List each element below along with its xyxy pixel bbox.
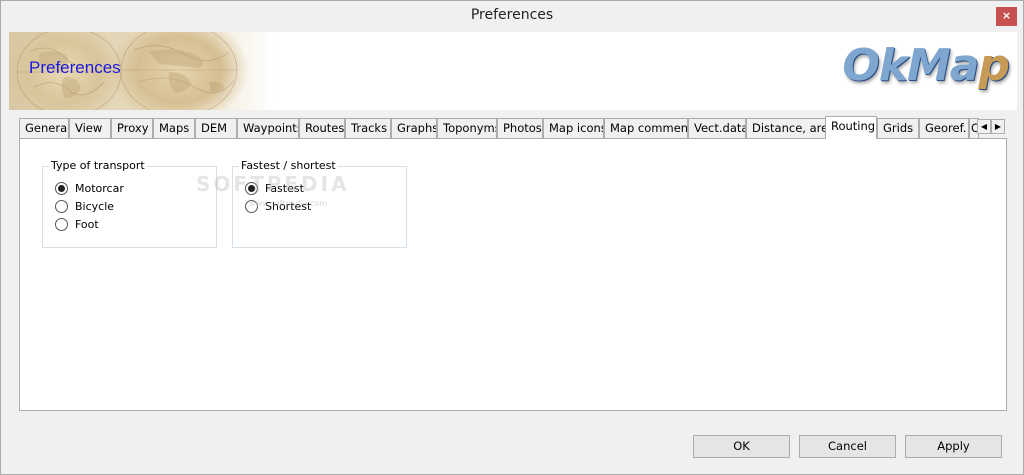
tab-map-comments[interactable]: Map comments: [604, 118, 688, 138]
tab-photos[interactable]: Photos: [497, 118, 543, 138]
world-map-image: Preferences: [9, 32, 274, 110]
tab-view[interactable]: View: [69, 118, 111, 138]
arrow-right-icon: ▶: [994, 122, 1002, 131]
transport-group: Type of transport Motorcar Bicycle Foot: [42, 159, 217, 248]
tab-general[interactable]: General: [19, 118, 69, 138]
banner-title: Preferences: [29, 58, 121, 77]
tab-maps[interactable]: Maps: [153, 118, 195, 138]
tab-proxy[interactable]: Proxy: [111, 118, 153, 138]
cancel-button[interactable]: Cancel: [799, 435, 896, 458]
close-icon: ×: [1001, 9, 1012, 22]
radio-label: Foot: [75, 217, 99, 231]
tab-toponyms[interactable]: Toponyms: [437, 118, 497, 138]
banner: Preferences OkMap: [9, 32, 1017, 110]
preferences-window: Preferences × Preferences OkMap General …: [0, 0, 1024, 475]
tab-vect-data[interactable]: Vect.data: [688, 118, 746, 138]
routing-panel: Type of transport Motorcar Bicycle Foot …: [19, 138, 1007, 411]
tab-bar: General View Proxy Maps DEM Waypoints Ro…: [19, 116, 1007, 139]
tab-graphs[interactable]: Graphs: [391, 118, 437, 138]
tab-waypoints[interactable]: Waypoints: [237, 118, 299, 138]
radio-bicycle[interactable]: Bicycle: [55, 198, 114, 214]
tab-grids[interactable]: Grids: [877, 118, 919, 138]
tab-tracks[interactable]: Tracks: [345, 118, 391, 138]
radio-button-icon[interactable]: [55, 199, 68, 213]
tab-map-icons[interactable]: Map icons: [543, 118, 604, 138]
tab-scroll-left-button[interactable]: ◀: [977, 119, 991, 134]
radio-motorcar[interactable]: Motorcar: [55, 180, 124, 196]
okmap-logo: OkMap: [842, 40, 1010, 91]
tab-georef[interactable]: Georef.: [919, 118, 969, 138]
ok-button[interactable]: OK: [693, 435, 790, 458]
transport-group-legend: Type of transport: [49, 159, 147, 172]
fastest-group-legend: Fastest / shortest: [239, 159, 338, 172]
radio-button-icon[interactable]: [55, 181, 68, 195]
tab-dem[interactable]: DEM: [195, 118, 237, 138]
tab-routes[interactable]: Routes: [299, 118, 345, 138]
title-bar: Preferences ×: [1, 1, 1023, 32]
radio-foot[interactable]: Foot: [55, 216, 99, 232]
tab-routing[interactable]: Routing: [825, 116, 877, 139]
radio-label: Motorcar: [75, 181, 124, 195]
arrow-left-icon: ◀: [980, 122, 988, 131]
tab-distance-area[interactable]: Distance, area: [746, 118, 826, 138]
close-button[interactable]: ×: [996, 7, 1017, 26]
window-title: Preferences: [470, 7, 554, 23]
tab-scroll-right-button[interactable]: ▶: [991, 119, 1005, 134]
radio-label: Bicycle: [75, 199, 115, 213]
radio-button-icon[interactable]: [55, 217, 68, 231]
watermark: SOFTPEDIA: [196, 172, 350, 196]
watermark-url: www.softpedia.com: [249, 199, 328, 208]
apply-button[interactable]: Apply: [905, 435, 1002, 458]
